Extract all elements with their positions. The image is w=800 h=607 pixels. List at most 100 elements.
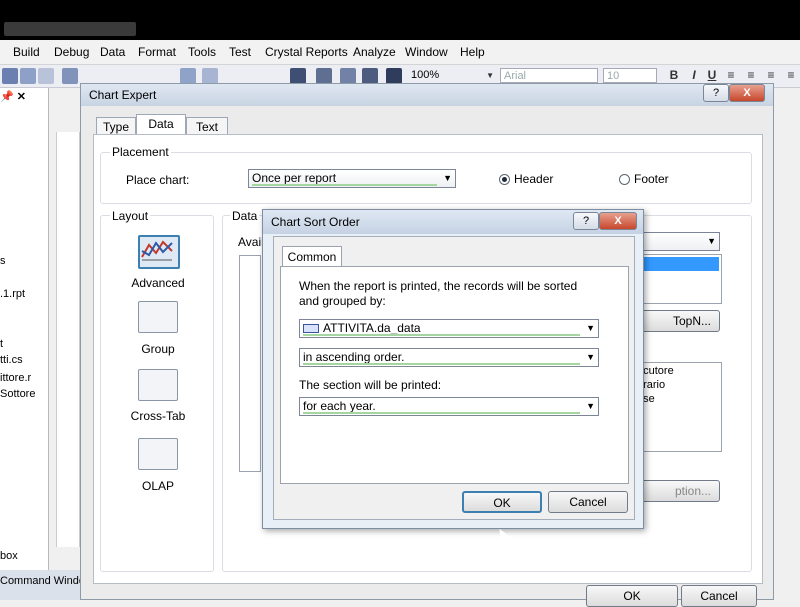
group-layout-label[interactable]: Group <box>118 342 198 356</box>
underline-button[interactable]: U <box>705 68 719 83</box>
sort-description: When the report is printed, the records … <box>299 279 578 308</box>
menu-analyze[interactable]: Analyze <box>353 45 396 59</box>
bottom-tool-strip: Command Window <box>0 570 93 600</box>
sort-field-value: ATTIVITA.da_data <box>323 321 421 335</box>
data-group-label: Data <box>230 209 260 223</box>
place-chart-dropdown[interactable]: Once per report ▼ <box>248 169 456 188</box>
tree-item[interactable]: .1.rpt <box>0 288 25 300</box>
header-label: Header <box>514 172 554 186</box>
chevron-down-icon: ▼ <box>586 323 595 333</box>
place-chart-value: Once per report <box>252 171 337 185</box>
tree-item[interactable]: ittore.r <box>0 372 31 384</box>
on-change-of-dropdown[interactable]: ▼ <box>634 232 720 251</box>
tree-item[interactable]: Sottore <box>0 388 35 400</box>
toolbar-icon-4[interactable] <box>340 68 356 84</box>
menu-help[interactable]: Help <box>460 45 485 59</box>
menu-data[interactable]: Data <box>100 45 125 59</box>
placement-group-label: Placement <box>110 145 171 159</box>
sort-field-dropdown[interactable]: ATTIVITA.da_data ▼ <box>299 319 599 338</box>
tab-data[interactable]: Data <box>136 114 186 135</box>
tab-text[interactable]: Text <box>186 117 228 135</box>
toolbox-tab[interactable]: box <box>0 550 18 562</box>
olap-layout-label[interactable]: OLAP <box>118 479 198 493</box>
sort-order-body: Common When the report is printed, the r… <box>273 236 635 520</box>
group-by-list[interactable] <box>634 254 722 304</box>
italic-button[interactable]: I <box>687 68 701 83</box>
tab-type[interactable]: Type <box>96 117 136 135</box>
menu-build[interactable]: Build <box>13 45 40 59</box>
ok-button[interactable]: OK <box>586 585 678 607</box>
available-fields-list[interactable] <box>239 255 261 472</box>
close-button[interactable]: X <box>599 212 637 230</box>
toolbar-icon-6[interactable] <box>386 68 402 84</box>
help-button[interactable]: ? <box>573 212 599 230</box>
tab-common[interactable]: Common <box>282 246 342 268</box>
align-left-icon[interactable]: ≡ <box>724 68 738 83</box>
group-layout-icon[interactable] <box>138 301 178 333</box>
olap-layout-icon[interactable] <box>138 438 178 470</box>
section-interval-dropdown[interactable]: for each year. ▼ <box>299 397 599 416</box>
paste-icon[interactable] <box>38 68 54 84</box>
selected-list-row[interactable] <box>635 257 719 271</box>
close-button[interactable]: X <box>729 84 765 102</box>
common-tab-pane: When the report is printed, the records … <box>280 266 629 484</box>
window-title-bar <box>0 0 800 40</box>
menu-bar: Build Debug Data Format Tools Test Cryst… <box>0 40 800 65</box>
sort-cancel-button[interactable]: Cancel <box>548 491 628 513</box>
justify-icon[interactable]: ≡ <box>784 68 798 83</box>
available-fields-label: Avail <box>238 235 264 249</box>
tree-item[interactable]: s <box>0 255 6 267</box>
database-field-icon <box>303 324 319 334</box>
toolbar-icon-5[interactable] <box>362 68 378 84</box>
font-name-combo[interactable]: Arial <box>500 68 598 83</box>
solution-explorer: 📌 ✕ s .1.rpt t tti.cs ittore.r Sottore b… <box>0 88 49 600</box>
header-radio[interactable] <box>499 174 510 185</box>
font-size-combo[interactable]: 10 <box>603 68 657 83</box>
bold-button[interactable]: B <box>667 68 681 83</box>
copy-icon[interactable] <box>20 68 36 84</box>
field-explorer-icon[interactable] <box>290 68 306 84</box>
cancel-button[interactable]: Cancel <box>681 585 757 607</box>
topn-button[interactable]: TopN... <box>634 310 720 332</box>
zoom-value: 100% <box>411 69 440 81</box>
sort-order-value: in ascending order. <box>303 350 405 364</box>
menu-tools[interactable]: Tools <box>188 45 216 59</box>
toolbar-icon-1[interactable] <box>180 68 196 84</box>
chart-sort-order-dialog: Chart Sort Order ? X Common When the rep… <box>262 209 644 529</box>
show-values-list[interactable]: ecutore orario ese <box>634 362 722 452</box>
window-title <box>4 22 136 36</box>
tree-item[interactable]: tti.cs <box>0 354 23 366</box>
crosstab-layout-label[interactable]: Cross-Tab <box>118 409 198 423</box>
toolbar-icon-3[interactable] <box>316 68 332 84</box>
cut-icon[interactable] <box>2 68 18 84</box>
crosstab-layout-icon[interactable] <box>138 369 178 401</box>
align-right-icon[interactable]: ≡ <box>764 68 778 83</box>
set-summary-option-button[interactable]: ption... <box>634 480 720 502</box>
sort-order-titlebar: Chart Sort Order ? X <box>263 210 643 234</box>
menu-debug[interactable]: Debug <box>54 45 89 59</box>
font-name-value: Arial <box>504 70 527 82</box>
sort-order-dropdown[interactable]: in ascending order. ▼ <box>299 348 599 367</box>
align-center-icon[interactable]: ≡ <box>744 68 758 83</box>
dropdown-underline <box>303 334 580 336</box>
chevron-down-icon: ▼ <box>443 173 452 183</box>
menu-format[interactable]: Format <box>138 45 176 59</box>
vertical-ruler <box>56 132 80 547</box>
command-window-tab[interactable]: Command Window <box>0 575 93 587</box>
advanced-layout-icon[interactable] <box>138 235 180 269</box>
zoom-combo[interactable]: 100% ▼ <box>408 68 496 83</box>
advanced-layout-label[interactable]: Advanced <box>118 276 198 290</box>
sort-ok-button[interactable]: OK <box>462 491 542 513</box>
chart-expert-title: Chart Expert <box>89 88 157 102</box>
chevron-down-icon: ▼ <box>586 352 595 362</box>
help-button[interactable]: ? <box>703 84 729 102</box>
toolbar-icon-2[interactable] <box>202 68 218 84</box>
footer-radio[interactable] <box>619 174 630 185</box>
menu-test[interactable]: Test <box>229 45 251 59</box>
tree-item[interactable]: t <box>0 338 3 350</box>
place-chart-label: Place chart: <box>126 173 190 187</box>
undo-icon[interactable] <box>62 68 78 84</box>
panel-pin-icon[interactable]: 📌 ✕ <box>0 90 26 103</box>
menu-crystal-reports[interactable]: Crystal Reports <box>265 45 348 59</box>
menu-window[interactable]: Window <box>405 45 448 59</box>
